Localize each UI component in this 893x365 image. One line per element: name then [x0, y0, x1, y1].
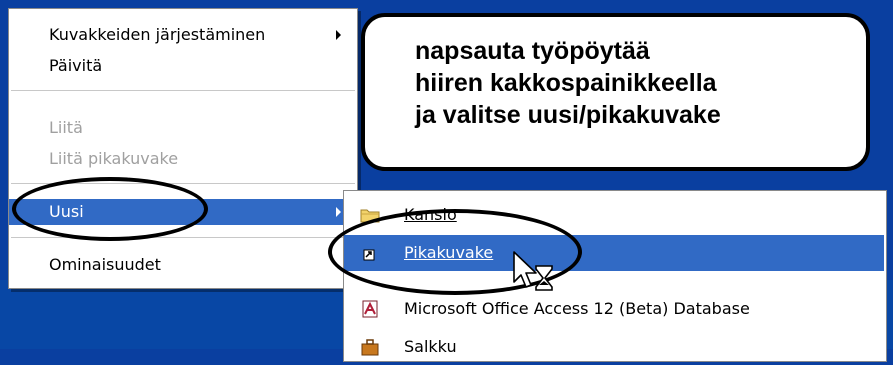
submenu-item-label: Salkku — [404, 337, 457, 356]
highlight-ellipse-new — [12, 177, 208, 241]
submenu-arrow-icon — [336, 30, 341, 40]
briefcase-icon — [361, 339, 379, 356]
instruction-line: ja valitse uusi/pikakuvake — [415, 101, 721, 129]
submenu-arrow-icon — [336, 207, 341, 217]
submenu-item-access-database[interactable]: Microsoft Office Access 12 (Beta) Databa… — [344, 291, 884, 327]
menu-item-paste[interactable]: Liitä — [9, 115, 357, 141]
menu-item-properties[interactable]: Ominaisuudet — [9, 252, 357, 278]
submenu-item-briefcase[interactable]: Salkku — [344, 329, 884, 365]
menu-item-label: Liitä — [49, 118, 83, 137]
instruction-line: hiiren kakkospainikkeella — [415, 69, 717, 97]
menu-item-refresh[interactable]: Päivitä — [9, 53, 357, 79]
cursor-busy-icon — [513, 251, 553, 291]
menu-item-label: Liitä pikakuvake — [49, 149, 179, 168]
submenu-item-label: Microsoft Office Access 12 (Beta) Databa… — [404, 299, 750, 318]
instruction-callout: napsauta työpöytää hiiren kakkospainikke… — [361, 13, 870, 171]
menu-item-arrange-icons[interactable]: Kuvakkeiden järjestäminen — [9, 22, 357, 48]
menu-item-label: Ominaisuudet — [49, 255, 161, 274]
instruction-line: napsauta työpöytää — [415, 37, 650, 65]
menu-item-paste-shortcut[interactable]: Liitä pikakuvake — [9, 146, 357, 172]
menu-separator — [11, 90, 355, 91]
menu-item-label: Kuvakkeiden järjestäminen — [49, 25, 266, 44]
desktop-context-menu: Kuvakkeiden järjestäminen Päivitä Liitä … — [8, 8, 358, 289]
menu-item-label: Päivitä — [49, 56, 103, 75]
access-database-icon — [362, 300, 378, 318]
